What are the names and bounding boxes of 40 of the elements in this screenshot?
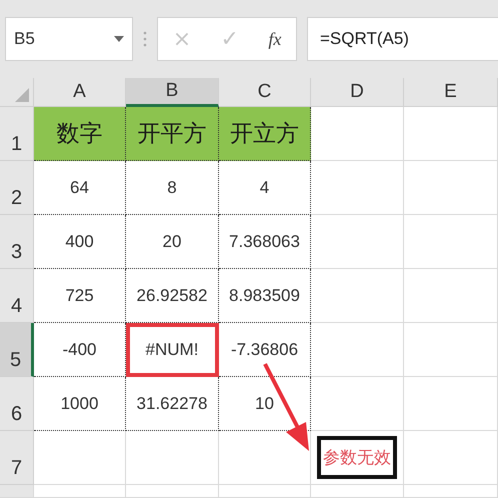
- column-header[interactable]: A: [34, 78, 126, 107]
- callout-text: 参数无效: [323, 447, 391, 469]
- row-header[interactable]: 4: [0, 269, 34, 323]
- table-cell[interactable]: -7.36806: [219, 323, 311, 377]
- highlighted-cell[interactable]: #NUM!: [126, 323, 219, 377]
- empty-cell[interactable]: 参数无效: [311, 431, 404, 485]
- column-header[interactable]: D: [311, 78, 404, 107]
- grip-icon: [143, 30, 147, 48]
- table-cell[interactable]: 64: [34, 161, 126, 215]
- caret-icon[interactable]: [114, 36, 124, 42]
- row-header[interactable]: 1: [0, 107, 34, 161]
- row-header[interactable]: 6: [0, 377, 34, 431]
- formula-field[interactable]: =SQRT(A5): [307, 17, 498, 61]
- table-cell[interactable]: 20: [126, 215, 219, 269]
- row-header[interactable]: 2: [0, 161, 34, 215]
- name-box[interactable]: B5: [5, 17, 133, 61]
- header-cell[interactable]: 开立方: [219, 107, 311, 161]
- row-header[interactable]: [0, 485, 34, 498]
- row-header[interactable]: 7: [0, 431, 34, 485]
- row-header[interactable]: 3: [0, 215, 34, 269]
- table-cell[interactable]: 1000: [34, 377, 126, 431]
- row-header[interactable]: 5: [0, 323, 34, 377]
- table-cell[interactable]: 400: [34, 215, 126, 269]
- table-cell[interactable]: 26.92582: [126, 269, 219, 323]
- column-header[interactable]: B: [126, 78, 219, 107]
- table-cell[interactable]: 8: [126, 161, 219, 215]
- column-header[interactable]: C: [219, 78, 311, 107]
- select-all-icon[interactable]: [15, 88, 29, 102]
- table-cell[interactable]: 8.983509: [219, 269, 311, 323]
- table-cell[interactable]: 31.62278: [126, 377, 219, 431]
- table-cell[interactable]: -400: [34, 323, 126, 377]
- table-cell[interactable]: 725: [34, 269, 126, 323]
- header-cell[interactable]: 数字: [34, 107, 126, 161]
- table-cell[interactable]: 7.368063: [219, 215, 311, 269]
- header-cell[interactable]: 开平方: [126, 107, 219, 161]
- column-header[interactable]: E: [404, 78, 498, 107]
- table-cell[interactable]: 10: [219, 377, 311, 431]
- cell-reference: B5: [14, 29, 35, 49]
- insert-function-button[interactable]: fx: [264, 28, 286, 50]
- table-cell[interactable]: 4: [219, 161, 311, 215]
